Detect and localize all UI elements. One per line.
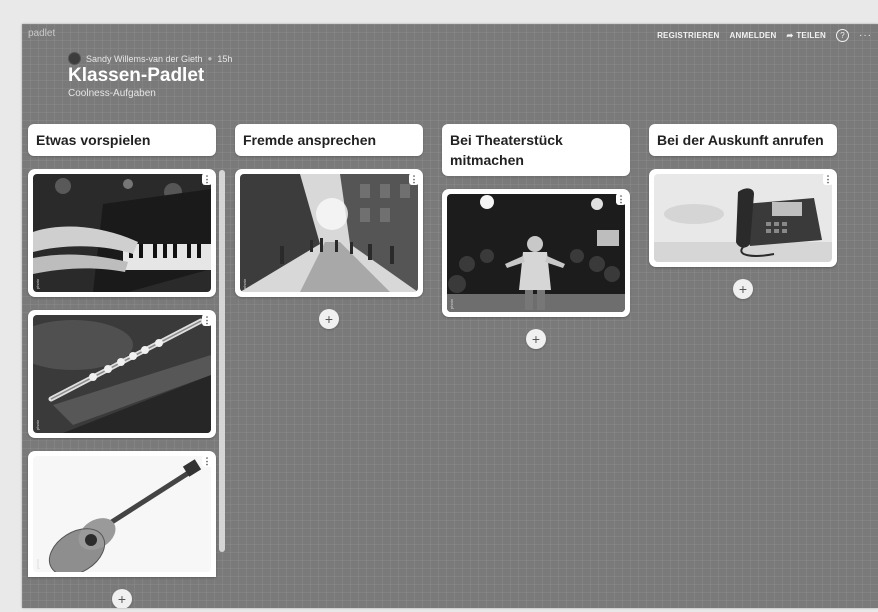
column-bei-theaterstueck: Bei Theaterstück mitmachen photo ⋮ + xyxy=(442,124,630,349)
photo-credit: photo xyxy=(656,248,661,259)
column-etwas-vorspielen: Etwas vorspielen photo ⋮ photo ⋮ photo ⋮… xyxy=(28,124,216,608)
post-time: 15h xyxy=(217,53,233,64)
share-arrow-icon: ➦ xyxy=(786,31,794,40)
photo-credit: photo xyxy=(35,419,40,430)
column-header: Bei Theaterstück mitmachen xyxy=(442,124,630,176)
post-card-flute[interactable]: photo ⋮ xyxy=(28,310,216,438)
column-bei-der-auskunft: Bei der Auskunft anrufen photo ⋮ + xyxy=(649,124,837,299)
more-dots-icon[interactable]: ··· xyxy=(859,30,872,41)
photo-credit: photo xyxy=(242,278,247,289)
column-header: Etwas vorspielen xyxy=(28,124,216,156)
page-subtitle: Coolness-Aufgaben xyxy=(68,88,156,99)
column-fremde-ansprechen: Fremde ansprechen photo ⋮ + xyxy=(235,124,423,329)
guitar-photo xyxy=(33,456,211,572)
column-header: Fremde ansprechen xyxy=(235,124,423,156)
photo-credit: photo xyxy=(449,298,454,309)
column-scrollbar[interactable] xyxy=(219,170,225,552)
share-button[interactable]: ➦ TEILEN xyxy=(786,31,826,40)
column-header: Bei der Auskunft anrufen xyxy=(649,124,837,156)
top-navigation: REGISTRIEREN ANMELDEN ➦ TEILEN ? ··· xyxy=(657,29,872,42)
help-icon[interactable]: ? xyxy=(836,29,849,42)
photo-credit: photo xyxy=(35,558,40,569)
post-card-phone[interactable]: photo ⋮ xyxy=(649,169,837,267)
page-title: Klassen-Padlet xyxy=(68,65,205,86)
add-post-button[interactable]: + xyxy=(733,279,753,299)
post-card-guitar[interactable]: photo ⋮ xyxy=(28,451,216,577)
add-post-button[interactable]: + xyxy=(319,309,339,329)
register-link[interactable]: REGISTRIEREN xyxy=(657,31,719,40)
add-post-button[interactable]: + xyxy=(526,329,546,349)
post-card-piano[interactable]: photo ⋮ xyxy=(28,169,216,297)
vertical-dots-icon[interactable]: ⋮ xyxy=(616,193,626,205)
vertical-dots-icon[interactable]: ⋮ xyxy=(202,314,212,326)
piano-photo xyxy=(33,174,211,292)
vertical-dots-icon[interactable]: ⋮ xyxy=(409,173,419,185)
padlet-board: padlet REGISTRIEREN ANMELDEN ➦ TEILEN ? … xyxy=(22,24,878,608)
add-post-button[interactable]: + xyxy=(112,589,132,608)
share-label: TEILEN xyxy=(796,31,826,40)
street-photo xyxy=(240,174,418,292)
telephone-photo xyxy=(654,174,832,262)
author-line: Sandy Willems-van der Gieth ● 15h xyxy=(68,52,232,65)
post-card-theater[interactable]: photo ⋮ xyxy=(442,189,630,317)
vertical-dots-icon[interactable]: ⋮ xyxy=(823,173,833,185)
vertical-dots-icon[interactable]: ⋮ xyxy=(202,173,212,185)
vertical-dots-icon[interactable]: ⋮ xyxy=(202,455,212,467)
author-name: Sandy Willems-van der Gieth xyxy=(86,53,203,64)
theater-photo xyxy=(447,194,625,312)
photo-credit: photo xyxy=(35,278,40,289)
flute-photo xyxy=(33,315,211,433)
separator-dot: ● xyxy=(207,54,213,63)
avatar[interactable] xyxy=(68,52,81,65)
post-card-street[interactable]: photo ⋮ xyxy=(235,169,423,297)
padlet-logo[interactable]: padlet xyxy=(28,28,55,39)
login-link[interactable]: ANMELDEN xyxy=(730,31,777,40)
